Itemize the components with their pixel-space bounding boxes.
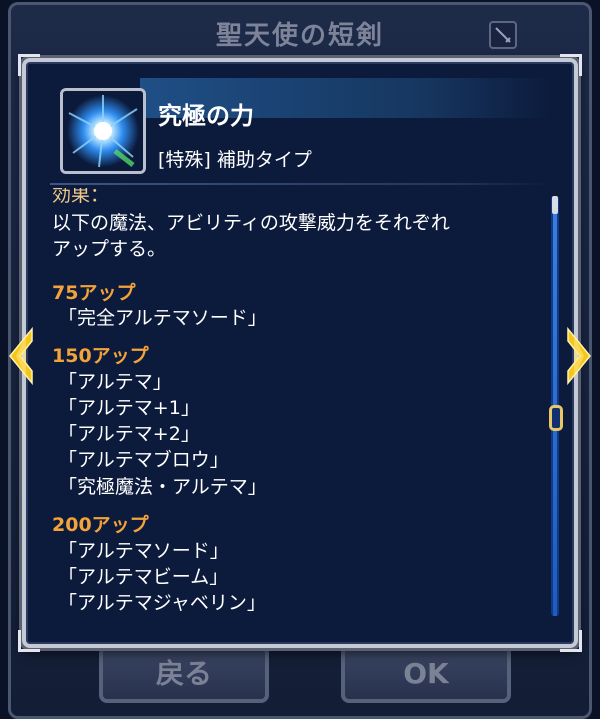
list-item: 「アルテマビーム」 (58, 566, 229, 588)
back-button[interactable]: 戻る (99, 645, 269, 703)
effect-label: 効果： (52, 188, 110, 206)
skill-name: 究極の力 (158, 102, 254, 130)
previous-arrow-icon[interactable] (6, 327, 36, 385)
frame-corner (560, 54, 582, 76)
frame-corner (560, 630, 582, 652)
list-item: 「究極魔法・アルテマ」 (58, 476, 267, 498)
frame-corner (18, 630, 40, 652)
group-header: 150アップ (52, 345, 149, 367)
skill-type: [特殊] 補助タイプ (158, 149, 312, 171)
scrollbar-top-cap (552, 196, 558, 214)
skill-icon-frame (60, 88, 146, 174)
list-item: 「アルテマブロウ」 (58, 449, 229, 471)
group-header: 200アップ (52, 514, 149, 536)
divider (50, 183, 550, 185)
ok-button[interactable]: OK (341, 645, 511, 703)
description-line: アップする。 (52, 238, 167, 260)
list-item: 「アルテマ」 (58, 371, 172, 393)
list-item: 「アルテマ+1」 (58, 397, 200, 419)
list-item: 「完全アルテマソード」 (58, 307, 267, 329)
list-item: 「アルテマソード」 (58, 540, 229, 562)
effect-description[interactable]: 効果： 以下の魔法、アビリティの攻撃威力をそれぞれ アップする。 75アップ 「… (42, 188, 542, 618)
scrollbar-thumb[interactable] (549, 405, 563, 431)
blue-energy-orb-icon (63, 91, 143, 171)
list-item: 「アルテマ+2」 (58, 423, 200, 445)
frame-corner (18, 54, 40, 76)
sword-icon (495, 27, 511, 43)
group-header: 75アップ (52, 282, 136, 304)
next-arrow-icon[interactable] (564, 327, 594, 385)
background-close-button[interactable] (489, 21, 517, 49)
list-item: 「アルテマジャベリン」 (58, 592, 266, 614)
description-line: 以下の魔法、アビリティの攻撃威力をそれぞれ (52, 212, 450, 234)
